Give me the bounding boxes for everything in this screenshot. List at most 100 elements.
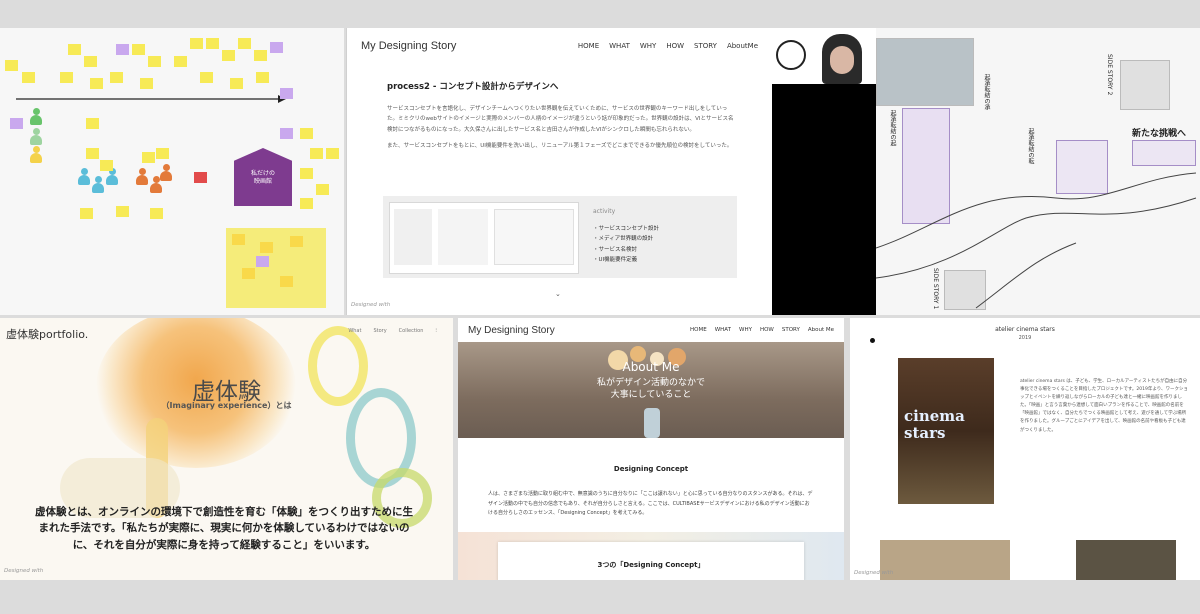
sticky-note[interactable]	[174, 56, 187, 67]
whiteboard-panel-stickies[interactable]: 私だけの 映画館	[0, 28, 344, 315]
nav-what[interactable]: What	[348, 328, 361, 334]
portfolio-nav: What Story Collection ⁝	[348, 328, 437, 334]
persona-icon[interactable]	[92, 176, 104, 194]
sticky-note[interactable]	[310, 148, 323, 159]
designed-with-badge[interactable]: Designed with	[854, 570, 893, 576]
nav-how[interactable]: HOW	[760, 327, 774, 333]
atelier-cinema-stars-page[interactable]: atelier cinema stars 2019 cinema stars a…	[850, 318, 1200, 580]
activity-list: ・サービスコンセプト設計 ・メディア世界観の設計 ・サービス名検討 ・UI機能要…	[593, 224, 659, 266]
sticky-note[interactable]	[206, 38, 219, 49]
sticky-note[interactable]	[142, 152, 155, 163]
sticky-note[interactable]	[5, 60, 18, 71]
nav-home[interactable]: HOME	[578, 42, 599, 50]
workshop-photo[interactable]	[880, 540, 1010, 580]
sticky-note[interactable]	[100, 160, 113, 171]
portfolio-logo[interactable]: 虚体験portfolio.	[6, 326, 88, 342]
nav-how[interactable]: HOW	[666, 42, 684, 50]
nav-why[interactable]: WHY	[739, 327, 752, 333]
sticky-note[interactable]	[256, 256, 269, 267]
participant-video-feed	[772, 28, 876, 315]
designed-with-badge[interactable]: Designed with	[351, 302, 390, 308]
designing-story-process-page[interactable]: My Designing Story HOME WHAT WHY HOW STO…	[346, 28, 772, 315]
sticky-note[interactable]	[110, 72, 123, 83]
sticky-note[interactable]	[60, 72, 73, 83]
sticky-note[interactable]	[132, 44, 145, 55]
sticky-note[interactable]	[86, 118, 99, 129]
sticky-note[interactable]	[22, 72, 35, 83]
persona-icon[interactable]	[30, 128, 42, 146]
sticky-note[interactable]	[290, 236, 303, 247]
section-title: process2 - コンセプト設計からデザインへ	[387, 82, 559, 92]
nav-why[interactable]: WHY	[640, 42, 656, 50]
sticky-note[interactable]	[80, 208, 93, 219]
nav-collection[interactable]: Collection	[399, 328, 424, 334]
private-theater-house-shape[interactable]: 私だけの 映画館	[234, 148, 292, 206]
sticky-note[interactable]	[222, 50, 235, 61]
vase	[644, 408, 660, 438]
sticky-note[interactable]	[230, 78, 243, 89]
sticky-note[interactable]	[10, 118, 23, 129]
sticky-note[interactable]	[300, 128, 313, 139]
concept-card[interactable]: 3つの「Designing Concept」	[498, 542, 804, 580]
sticky-note[interactable]	[270, 42, 283, 53]
site-title[interactable]: My Designing Story	[361, 40, 456, 52]
sticky-note[interactable]	[200, 72, 213, 83]
story-curves	[876, 172, 1197, 309]
sticky-note[interactable]	[256, 72, 269, 83]
sticky-note[interactable]	[232, 234, 245, 245]
hero-image: About Me 私がデザイン活動のなかで 大事にしていること	[458, 342, 844, 438]
sticky-note[interactable]	[280, 128, 293, 139]
sticky-note[interactable]	[150, 208, 163, 219]
hero-title: About Me	[622, 360, 680, 374]
movie-poster-image[interactable]: cinema stars	[898, 358, 994, 504]
sticky-note[interactable]	[238, 38, 251, 49]
sticky-note[interactable]	[194, 172, 207, 183]
sticky-note[interactable]	[148, 56, 161, 67]
nav-aboutme[interactable]: AboutMe	[727, 42, 758, 50]
sticky-note[interactable]	[156, 148, 169, 159]
paragraph-2: また、サービスコンセプトをもとに、UI機能要件を洗い出し、リニューアル第１フェー…	[387, 143, 733, 150]
persona-icon[interactable]	[30, 108, 42, 126]
sticky-note[interactable]	[86, 148, 99, 159]
sticky-note[interactable]	[300, 198, 313, 209]
activity-label: activity	[593, 208, 616, 215]
sticky-note[interactable]	[280, 88, 293, 99]
sticky-note[interactable]	[254, 50, 267, 61]
nav-story[interactable]: STORY	[782, 327, 800, 333]
imaginary-experience-portfolio-page[interactable]: 虚体験portfolio. What Story Collection ⁝ 虚体…	[0, 318, 453, 580]
activity-item: ・サービス名検討	[593, 246, 638, 253]
nav-story[interactable]: Story	[373, 328, 386, 334]
sticky-note[interactable]	[116, 44, 129, 55]
whiteboard-panel-storyline[interactable]: SIDE STORY 2 SIDE STORY 1 起承転結の起 起承転結の承 …	[876, 28, 1200, 315]
sticky-note[interactable]	[190, 38, 203, 49]
sticky-note[interactable]	[68, 44, 81, 55]
sticky-note[interactable]	[300, 168, 313, 179]
designed-with-badge[interactable]: Designed with	[4, 568, 43, 574]
nav-what[interactable]: WHAT	[609, 42, 630, 50]
nav-aboutme[interactable]: About Me	[808, 327, 834, 333]
sticky-note[interactable]	[326, 148, 339, 159]
hero-subtitle-line1: 私がデザイン活動のなかで	[596, 378, 705, 388]
workshop-photo[interactable]	[1076, 540, 1176, 580]
sticky-note[interactable]	[90, 78, 103, 89]
sticky-note[interactable]	[140, 78, 153, 89]
nav-home[interactable]: HOME	[690, 327, 707, 333]
sticky-note[interactable]	[84, 56, 97, 67]
sticky-note[interactable]	[316, 184, 329, 195]
persona-icon[interactable]	[160, 164, 172, 182]
sticky-note[interactable]	[280, 276, 293, 287]
ki-label: 起承転結の起	[889, 110, 896, 146]
more-icon[interactable]: ⁝	[435, 328, 437, 334]
designing-story-about-me-page[interactable]: My Designing Story HOME WHAT WHY HOW STO…	[458, 318, 844, 580]
sticky-note[interactable]	[242, 268, 255, 279]
persona-icon[interactable]	[136, 168, 148, 186]
scroll-down-chevron-icon[interactable]: ⌄	[555, 290, 561, 298]
nav-what[interactable]: WHAT	[715, 327, 731, 333]
persona-icon[interactable]	[78, 168, 90, 186]
nav-story[interactable]: STORY	[694, 42, 717, 50]
mascot-icon	[776, 40, 806, 70]
persona-icon[interactable]	[30, 146, 42, 164]
sticky-note[interactable]	[116, 206, 129, 217]
site-title[interactable]: My Designing Story	[468, 325, 555, 336]
sticky-note[interactable]	[260, 242, 273, 253]
